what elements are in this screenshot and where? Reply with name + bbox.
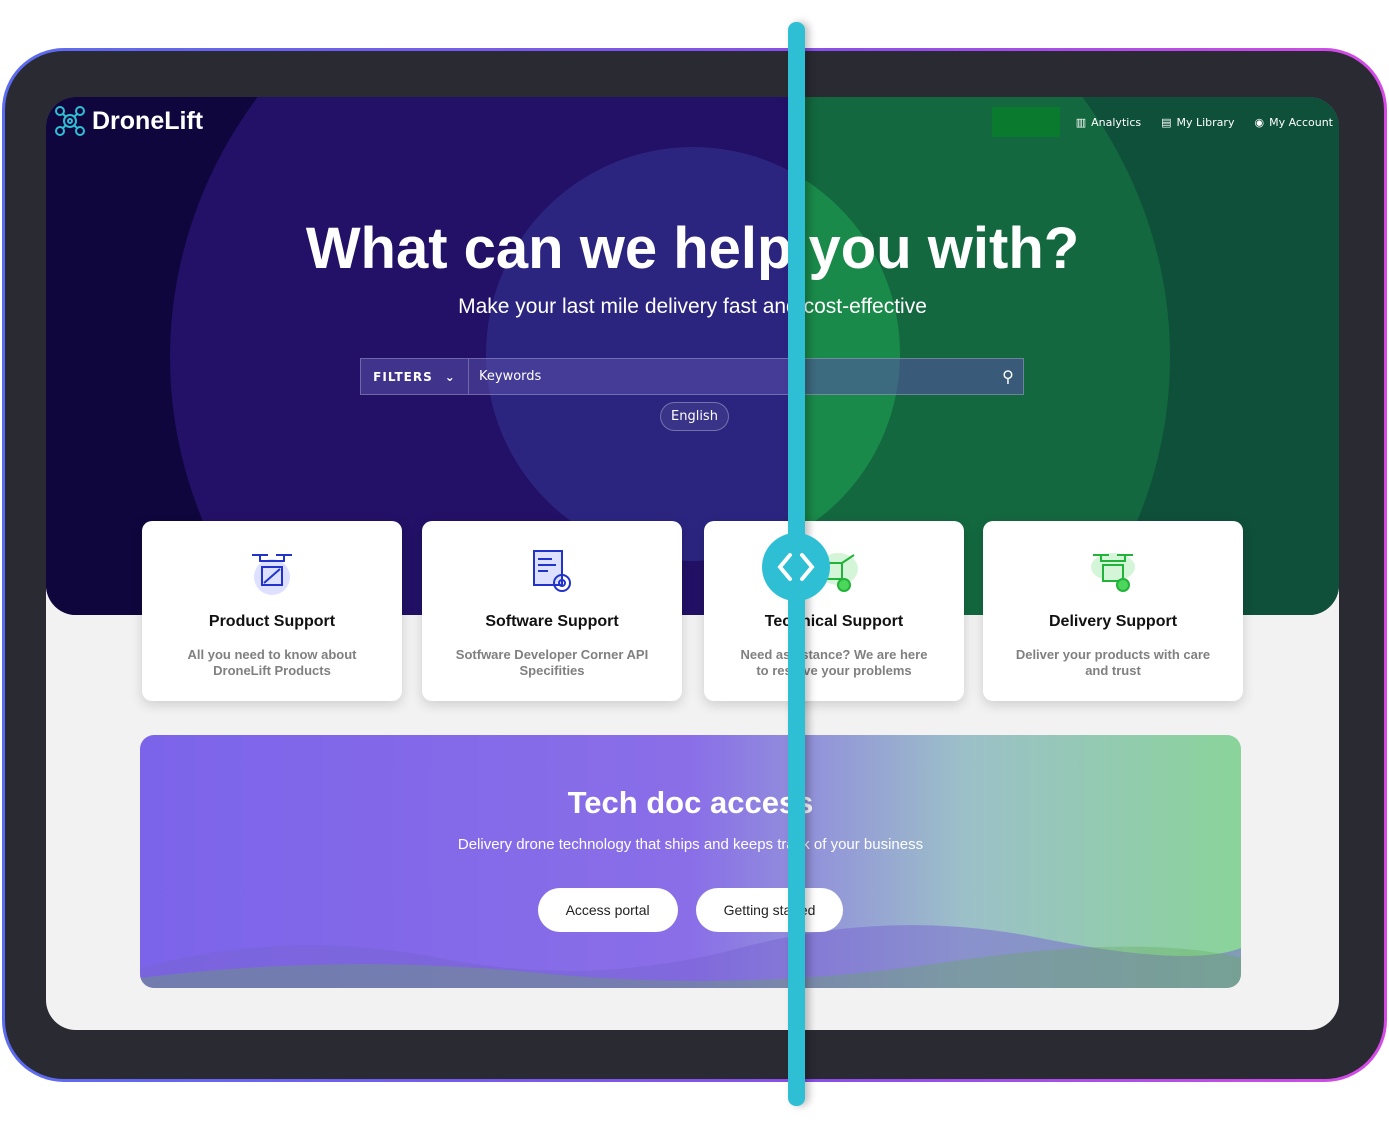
nav-my-library[interactable]: ▤ My Library	[1161, 116, 1234, 129]
chart-icon: ▥	[1075, 115, 1087, 129]
language-button[interactable]: English	[660, 402, 729, 431]
delivery-drone-icon	[1091, 553, 1135, 592]
search-input[interactable]: Keywords	[469, 369, 993, 384]
nav-analytics[interactable]: ▥ Analytics	[1076, 116, 1141, 129]
card-technical-support[interactable]: Technical Support Need assistance? We are…	[704, 521, 964, 701]
screen: DroneLift ▥ Analytics ▤ My Library ◉ My Acc…	[46, 97, 1339, 1030]
tech-doc-banner: Tech doc access Delivery drone technolog…	[140, 735, 1241, 988]
brand-name: DroneLift	[92, 106, 204, 135]
card-product-support[interactable]: Product Support All you need to know abou…	[142, 521, 402, 701]
search-icon[interactable]: ⚲	[993, 367, 1023, 386]
hero-subtitle: Make your last mile delivery fast and co…	[458, 295, 927, 318]
top-nav: ▥ Analytics ▤ My Library ◉ My Account	[991, 107, 1333, 137]
banner-title: Tech doc access	[567, 785, 814, 820]
chevron-down-icon: ⌄	[444, 369, 456, 384]
access-portal-button[interactable]: Access portal	[537, 888, 678, 932]
library-icon: ▤	[1161, 115, 1172, 129]
nav-placeholder	[991, 107, 1060, 137]
drone-box-icon	[252, 554, 292, 595]
card-software-support[interactable]: Software Support Sotfware Developer Corne…	[422, 521, 682, 701]
logo[interactable]: DroneLift	[54, 105, 203, 137]
drone-logo-icon	[55, 106, 85, 136]
search-bar: FILTERS ⌄ Keywords ⚲	[360, 358, 1024, 395]
banner-subtitle: Delivery drone technology that ships and…	[457, 836, 924, 853]
filters-dropdown[interactable]: FILTERS ⌄	[361, 359, 469, 394]
card-delivery-support[interactable]: Delivery Support Deliver your products wi…	[983, 521, 1243, 701]
account-icon: ◉	[1254, 115, 1265, 129]
chevrons-left-right-icon	[777, 553, 815, 581]
slider-knob[interactable]	[762, 533, 830, 601]
getting-started-button[interactable]: Getting started	[695, 888, 844, 932]
hero-title: What can we help you with?	[305, 216, 1080, 281]
software-gear-icon	[533, 550, 571, 592]
nav-my-account[interactable]: ◉ My Account	[1254, 116, 1333, 129]
